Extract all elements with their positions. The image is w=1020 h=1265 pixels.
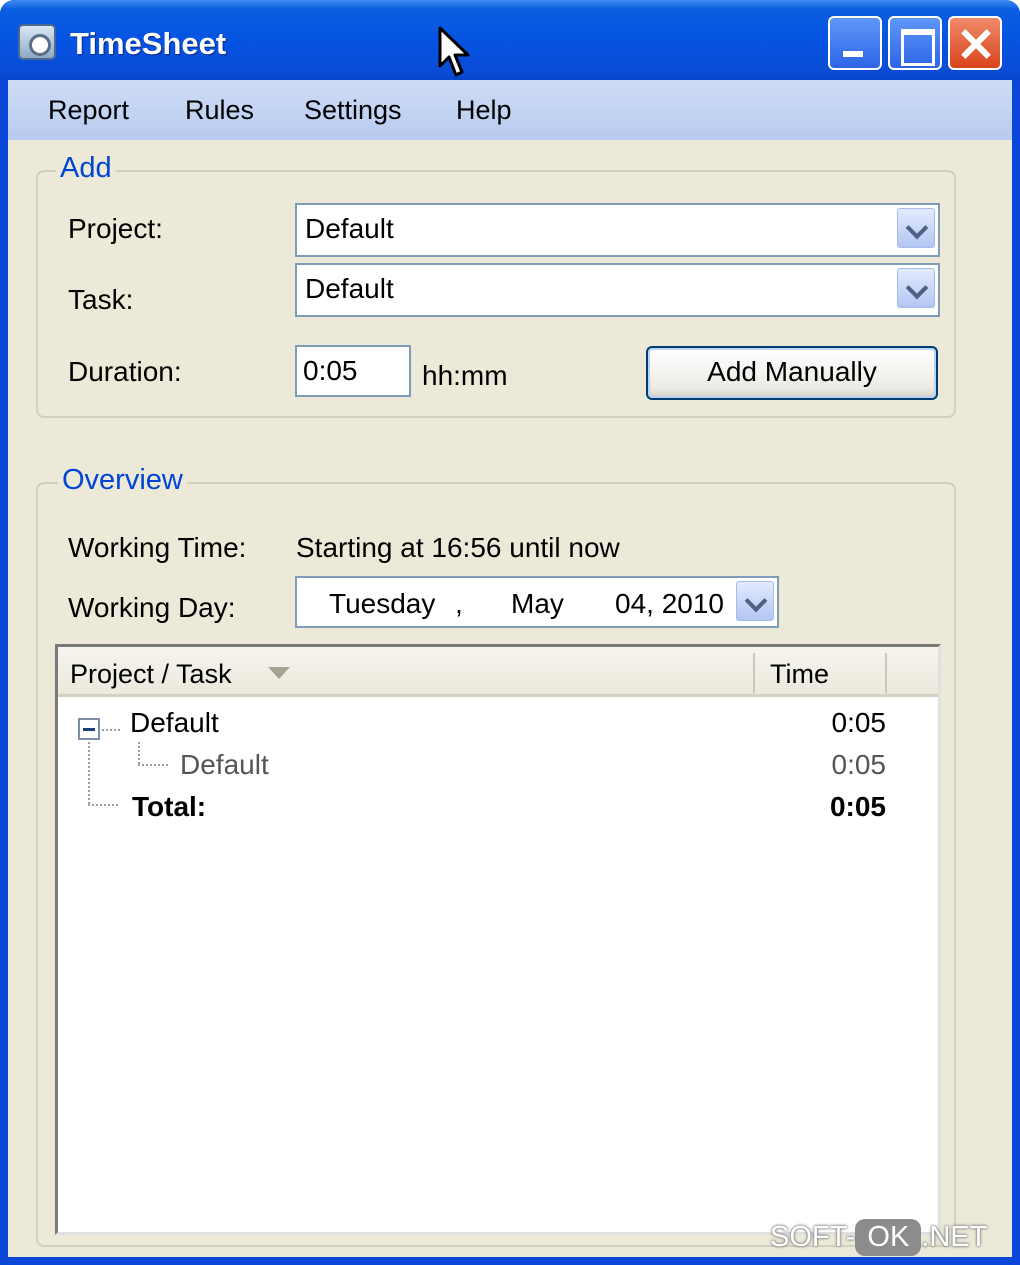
- tree-header: Project / Task Time: [58, 647, 938, 697]
- working-day-label: Working Day:: [68, 592, 236, 623]
- duration-unit: hh:mm: [422, 360, 508, 391]
- collapse-icon[interactable]: [78, 718, 100, 740]
- add-group-label: Add: [56, 152, 116, 185]
- tree-row-task[interactable]: Default: [180, 749, 269, 781]
- time-tree-view[interactable]: Project / Task Time Default 0:05 Default…: [55, 644, 941, 1235]
- working-day-date-picker[interactable]: Tuesday , May 04, 2010: [295, 576, 779, 628]
- menu-bar: Report Rules Settings Help: [8, 80, 1012, 140]
- watermark-badge: OK: [855, 1219, 922, 1256]
- task-label: Task:: [68, 284, 134, 315]
- menu-rules[interactable]: Rules: [185, 95, 254, 126]
- chevron-down-icon[interactable]: [736, 581, 774, 621]
- watermark-prefix: SOFT-: [770, 1221, 856, 1253]
- tree-line: [88, 804, 118, 806]
- watermark: SOFT- OK .NET: [770, 1219, 987, 1261]
- title-bar[interactable]: TimeSheet: [0, 0, 1020, 80]
- working-time-value: Starting at 16:56 until now: [296, 532, 620, 563]
- overview-group-label: Overview: [58, 464, 187, 497]
- maximize-button[interactable]: [888, 16, 942, 70]
- tree-line: [102, 729, 120, 731]
- project-value: Default: [305, 213, 394, 244]
- date-weekday[interactable]: Tuesday: [329, 588, 435, 620]
- duration-label: Duration:: [68, 356, 182, 387]
- task-value: Default: [305, 273, 394, 304]
- duration-input[interactable]: 0:05: [295, 345, 411, 397]
- watermark-suffix: .NET: [921, 1221, 988, 1253]
- date-month[interactable]: May: [511, 588, 564, 620]
- minimize-button[interactable]: [828, 16, 882, 70]
- close-button[interactable]: [948, 16, 1002, 70]
- menu-settings[interactable]: Settings: [304, 95, 402, 126]
- working-time-label: Working Time:: [68, 532, 247, 563]
- sort-arrow-icon: [268, 667, 290, 679]
- date-day-year[interactable]: 04, 2010: [615, 588, 724, 620]
- project-dropdown[interactable]: Default: [295, 203, 940, 257]
- project-label: Project:: [68, 213, 163, 244]
- tree-row-total-time: 0:05: [829, 791, 886, 822]
- date-separator: ,: [455, 588, 463, 619]
- duration-value: 0:05: [303, 355, 358, 386]
- client-area: Report Rules Settings Help Add Project: …: [8, 80, 1012, 1257]
- menu-report[interactable]: Report: [48, 95, 129, 126]
- app-icon: [18, 24, 56, 60]
- timesheet-window: TimeSheet Report Rules Settings Help Add…: [0, 0, 1020, 1265]
- mouse-cursor-icon: [438, 26, 470, 77]
- tree-row-task-time: 0:05: [831, 749, 887, 780]
- tree-row-project[interactable]: Default: [130, 707, 219, 739]
- chevron-down-icon[interactable]: [897, 208, 935, 248]
- add-manually-button[interactable]: Add Manually: [646, 346, 938, 400]
- tree-row-project-time: 0:05: [831, 707, 887, 738]
- tree-line: [88, 742, 90, 804]
- chevron-down-icon[interactable]: [897, 268, 935, 308]
- column-separator[interactable]: [885, 653, 887, 693]
- menu-help[interactable]: Help: [456, 95, 512, 126]
- tree-line: [138, 742, 140, 764]
- column-project-task[interactable]: Project / Task: [70, 659, 232, 690]
- window-title: TimeSheet: [70, 26, 227, 61]
- task-dropdown[interactable]: Default: [295, 263, 940, 317]
- column-separator[interactable]: [753, 653, 755, 693]
- column-time[interactable]: Time: [770, 659, 829, 690]
- tree-line: [138, 764, 168, 766]
- tree-row-total: Total:: [132, 791, 207, 822]
